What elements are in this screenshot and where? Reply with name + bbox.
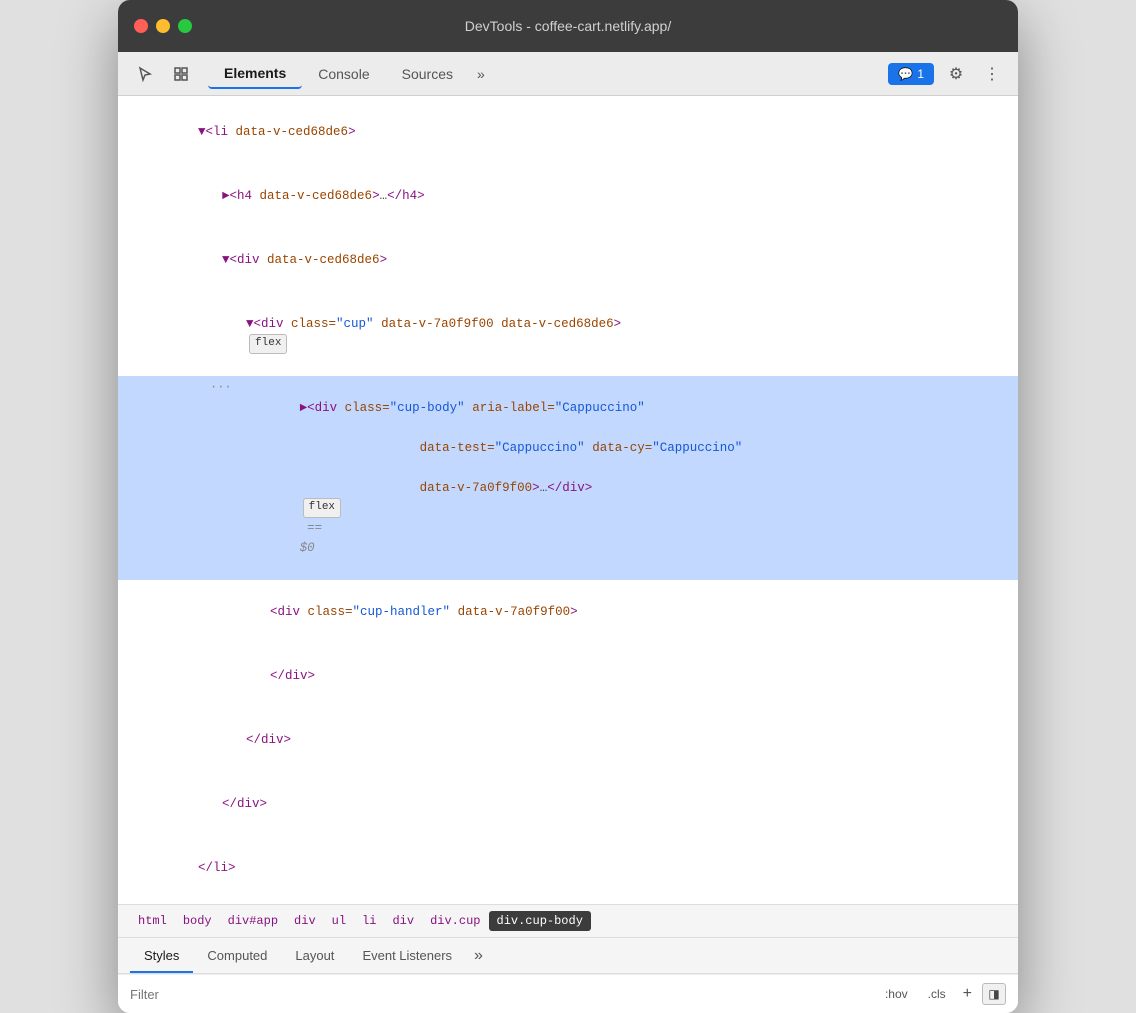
minimize-button[interactable] [156, 19, 170, 33]
more-style-tabs-button[interactable]: » [466, 939, 491, 973]
tag-text: </div> [246, 733, 291, 747]
tab-elements[interactable]: Elements [208, 59, 302, 89]
breadcrumb-bar: html body div#app div ul li div div.cup … [118, 904, 1018, 938]
cursor-icon [137, 66, 153, 82]
notification-icon: 💬 [898, 67, 913, 81]
toolbar-icons [130, 60, 196, 88]
tab-console[interactable]: Console [302, 60, 385, 88]
tag-text: ►<div class="cup-body" aria-label="Cappu… [240, 401, 743, 495]
tag-text: </div> [270, 669, 315, 683]
tab-event-listeners[interactable]: Event Listeners [348, 938, 466, 973]
toolbar-right: 💬 1 ⚙ ⋮ [888, 60, 1006, 88]
tag-text: ▼<li data-v-ced68de6> [198, 125, 356, 139]
sidebar-icon: ◨ [988, 987, 999, 1001]
flex-badge-selected[interactable]: flex [303, 498, 341, 518]
titlebar: DevTools - coffee-cart.netlify.app/ [118, 0, 1018, 52]
breadcrumb-ul[interactable]: ul [324, 911, 354, 931]
line-content: </li> [138, 838, 1006, 898]
ellipsis-vertical-icon: ⋮ [984, 64, 1000, 84]
html-line[interactable]: ▼<div class="cup" data-v-7a0f9f00 data-v… [118, 292, 1018, 376]
toolbar: Elements Console Sources » 💬 1 ⚙ ⋮ [118, 52, 1018, 96]
breadcrumb-li[interactable]: li [354, 911, 384, 931]
html-line[interactable]: </div> [118, 772, 1018, 836]
filter-input[interactable] [130, 987, 878, 1002]
html-line[interactable]: ►<h4 data-v-ced68de6>…</h4> [118, 164, 1018, 228]
inspect-icon-button[interactable] [166, 60, 196, 88]
tab-styles[interactable]: Styles [130, 938, 193, 973]
breadcrumb-html[interactable]: html [130, 911, 175, 931]
tag-text: <div class="cup-handler" data-v-7a0f9f00… [270, 605, 578, 619]
tab-computed[interactable]: Computed [193, 938, 281, 973]
hov-button[interactable]: :hov [878, 984, 915, 1004]
style-tabs: Styles Computed Layout Event Listeners » [118, 938, 1018, 974]
filter-actions: :hov .cls + ◨ [878, 983, 1006, 1005]
elements-panel: ▼<li data-v-ced68de6> ►<h4 data-v-ced68d… [118, 96, 1018, 904]
tag-text: ►<h4 data-v-ced68de6>…</h4> [222, 189, 425, 203]
line-content: <div class="cup-handler" data-v-7a0f9f00… [210, 582, 1006, 642]
html-line[interactable]: </li> [118, 836, 1018, 900]
line-content: ▼<li data-v-ced68de6> [138, 102, 1006, 162]
line-content: ►<div class="cup-body" aria-label="Cappu… [240, 378, 1006, 578]
html-line[interactable]: ▼<div data-v-ced68de6> [118, 228, 1018, 292]
breadcrumb-div-cup[interactable]: div.cup [422, 911, 488, 931]
equals-sign: == [300, 521, 330, 535]
tag-text: </li> [198, 861, 236, 875]
line-content: ▼<div class="cup" data-v-7a0f9f00 data-v… [186, 294, 1006, 374]
line-content: </div> [186, 710, 1006, 770]
gear-icon: ⚙ [949, 64, 963, 84]
cursor-icon-button[interactable] [130, 60, 160, 88]
devtools-window: DevTools - coffee-cart.netlify.app/ Elem… [118, 0, 1018, 1013]
notification-button[interactable]: 💬 1 [888, 63, 934, 85]
line-content: ▼<div data-v-ced68de6> [162, 230, 1006, 290]
html-line[interactable]: </div> [118, 708, 1018, 772]
tab-sources[interactable]: Sources [386, 60, 469, 88]
flex-badge[interactable]: flex [249, 334, 287, 354]
close-button[interactable] [134, 19, 148, 33]
traffic-lights [134, 19, 192, 33]
filter-bar: :hov .cls + ◨ [118, 974, 1018, 1013]
breadcrumb-div[interactable]: div [286, 911, 324, 931]
notification-count: 1 [917, 67, 924, 81]
tag-text: ▼<div data-v-ced68de6> [222, 253, 387, 267]
breadcrumb-div2[interactable]: div [384, 911, 422, 931]
cls-button[interactable]: .cls [921, 984, 953, 1004]
add-style-button[interactable]: + [959, 983, 976, 1005]
three-dots: ··· [210, 378, 232, 397]
line-content: ►<h4 data-v-ced68de6>…</h4> [162, 166, 1006, 226]
dollar-zero: $0 [300, 541, 315, 555]
line-content: </div> [162, 774, 1006, 834]
main-tabs: Elements Console Sources » [208, 59, 884, 89]
tab-layout[interactable]: Layout [281, 938, 348, 973]
sidebar-toggle-button[interactable]: ◨ [982, 983, 1006, 1005]
line-content: </div> [210, 646, 1006, 706]
html-line[interactable]: </div> [118, 644, 1018, 708]
window-title: DevTools - coffee-cart.netlify.app/ [465, 18, 671, 34]
inspect-icon [173, 66, 189, 82]
breadcrumb-div-app[interactable]: div#app [220, 911, 286, 931]
more-tabs-button[interactable]: » [469, 62, 493, 86]
breadcrumb-div-cup-body[interactable]: div.cup-body [489, 911, 591, 931]
settings-button[interactable]: ⚙ [942, 60, 970, 88]
tag-text: </div> [222, 797, 267, 811]
html-line[interactable]: ▼<li data-v-ced68de6> [118, 100, 1018, 164]
tag-text: ▼<div class="cup" data-v-7a0f9f00 data-v… [246, 317, 621, 331]
more-options-button[interactable]: ⋮ [978, 60, 1006, 88]
selected-html-line[interactable]: ··· ►<div class="cup-body" aria-label="C… [118, 376, 1018, 580]
maximize-button[interactable] [178, 19, 192, 33]
html-line[interactable]: <div class="cup-handler" data-v-7a0f9f00… [118, 580, 1018, 644]
breadcrumb-body[interactable]: body [175, 911, 220, 931]
